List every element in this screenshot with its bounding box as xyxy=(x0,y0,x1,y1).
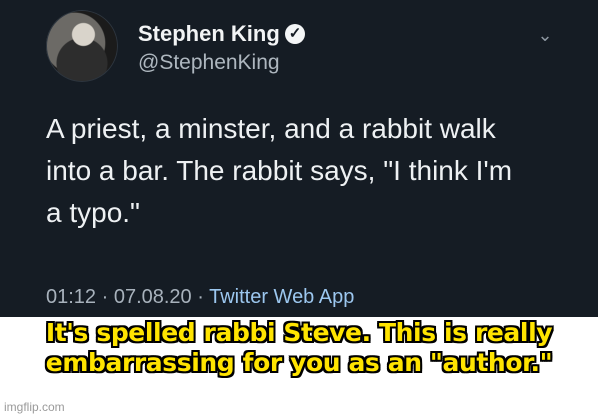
user-handle[interactable]: @StephenKing xyxy=(138,50,280,76)
tweet-text-line: A priest, a minster, and a rabbit walk xyxy=(46,113,496,144)
tweet-text: A priest, a minster, and a rabbit walk i… xyxy=(46,108,556,234)
caption-line: It's spelled rabbi Steve. This is really xyxy=(45,318,553,347)
meme-caption: It's spelled rabbi Steve. This is really… xyxy=(30,318,568,378)
tweet-metadata: 01:12 · 07.08.20 · Twitter Web App xyxy=(46,284,556,310)
tweet-text-line: into a bar. The rabbit says, "I think I'… xyxy=(46,155,513,186)
tweet-source-app[interactable]: Twitter Web App xyxy=(209,286,354,308)
imgflip-watermark: imgflip.com xyxy=(4,400,65,414)
tweet-card: Stephen King ✓ @StephenKing ⌄ A priest, … xyxy=(0,0,598,317)
profile-avatar[interactable] xyxy=(46,10,118,82)
tweet-text-line: a typo." xyxy=(46,197,140,228)
verified-badge-icon: ✓ xyxy=(285,24,305,44)
display-name[interactable]: Stephen King xyxy=(138,20,280,48)
chevron-down-icon[interactable]: ⌄ xyxy=(536,26,554,44)
meme-image: Stephen King ✓ @StephenKing ⌄ A priest, … xyxy=(0,0,598,417)
tweet-timestamp[interactable]: 01:12 · 07.08.20 · xyxy=(46,286,209,308)
caption-line: embarrassing for you as an "author." xyxy=(45,348,553,377)
